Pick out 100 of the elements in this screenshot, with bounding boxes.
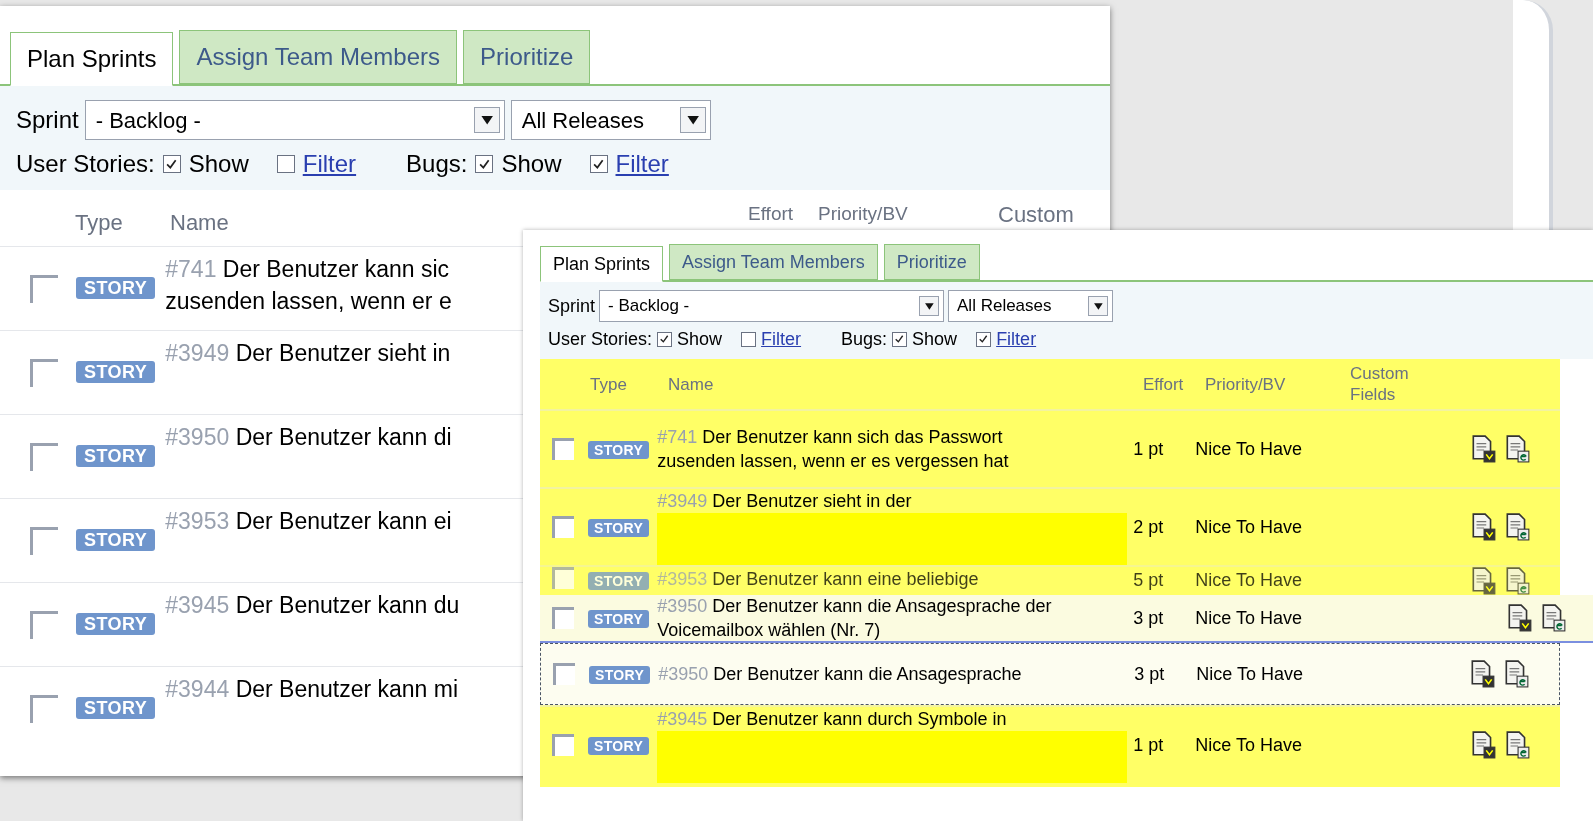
row-checkbox[interactable] <box>553 663 575 685</box>
story-title: #3950 Der Benutzer kann die Ansagesprache der Voicemailbox wählen (Nr. 7) <box>657 595 1053 642</box>
show-label: Show <box>188 149 249 179</box>
story-badge: STORY <box>76 361 156 383</box>
document-edit-icon[interactable] <box>1540 604 1566 632</box>
row-checkbox[interactable] <box>552 607 574 629</box>
tab[interactable]: Prioritize <box>463 30 591 84</box>
checkbox[interactable] <box>589 155 608 173</box>
document-edit-icon[interactable] <box>1504 731 1530 759</box>
filter-link[interactable]: Filter <box>761 326 802 353</box>
effort-value: 2 pt <box>1133 515 1165 539</box>
story-title: #3950 Der Benutzer kann di <box>165 423 452 452</box>
filter-link[interactable]: Filter <box>996 326 1037 353</box>
dragged-row[interactable]: STORY #3950 Der Benutzer kann die Ansagesprache der Voicemailbox wählen (Nr. 7) 3 pt Nice To Have <box>540 595 1593 643</box>
document-edit-icon[interactable] <box>1503 660 1529 688</box>
row-checkbox[interactable] <box>552 516 574 538</box>
row-checkbox[interactable] <box>552 567 574 589</box>
document-download-icon[interactable] <box>1470 435 1496 463</box>
story-row[interactable]: STORY #3945 Der Benutzer kann durch Symbole in 1 pt Nice To Have <box>540 705 1560 783</box>
story-title: #3944 Der Benutzer kann mi <box>165 675 459 704</box>
story-badge: STORY <box>76 277 156 299</box>
check-icon <box>978 334 989 345</box>
show-label: Show <box>501 149 562 179</box>
story-badge: STORY <box>588 609 650 628</box>
filter-link[interactable]: Filter <box>302 146 357 182</box>
column-header: Type <box>75 209 124 237</box>
column-header: Priority/BV <box>1205 373 1287 395</box>
story-badge: STORY <box>589 665 651 684</box>
document-download-icon[interactable] <box>1506 604 1532 632</box>
check-icon <box>478 157 491 171</box>
priority-value: Nice To Have <box>1195 606 1303 630</box>
story-badge: STORY <box>588 440 650 459</box>
checkbox[interactable] <box>892 332 908 347</box>
checkbox[interactable] <box>976 332 992 347</box>
story-badge: STORY <box>76 613 156 635</box>
story-title: #3949 Der Benutzer sieht in <box>165 339 451 368</box>
sprint-select[interactable]: - Backlog - <box>84 100 505 140</box>
check-icon <box>592 157 605 171</box>
row-checkbox[interactable] <box>552 734 574 756</box>
column-header: Name <box>668 373 715 395</box>
document-download-icon[interactable] <box>1470 513 1496 541</box>
effort-value: 5 pt <box>1133 569 1165 592</box>
story-badge: STORY <box>588 572 650 590</box>
filter-group-label: Bugs: <box>841 328 888 351</box>
story-title: #3945 Der Benutzer kann durch Symbole in <box>657 708 1008 731</box>
row-checkbox[interactable] <box>552 438 574 460</box>
priority-value: Nice To Have <box>1195 515 1303 539</box>
document-edit-icon[interactable] <box>1504 513 1530 541</box>
release-select[interactable]: All Releases <box>510 100 711 140</box>
document-download-icon[interactable] <box>1470 731 1496 759</box>
story-title: #3953 Der Benutzer kann eine beliebige <box>657 568 980 591</box>
priority-value: Nice To Have <box>1195 437 1303 461</box>
story-badge: STORY <box>76 529 156 551</box>
checkbox[interactable] <box>475 155 494 173</box>
column-header: Custom <box>998 201 1074 229</box>
column-header: Effort <box>1143 373 1185 395</box>
checkbox[interactable] <box>276 155 295 173</box>
story-title: #3949 Der Benutzer sieht in der <box>657 490 913 513</box>
effort-value: 1 pt <box>1133 733 1165 757</box>
tab[interactable]: Plan Sprints <box>10 32 174 86</box>
story-row[interactable]: STORY #3950 Der Benutzer kann die Ansagesprache 3 pt Nice To Have <box>540 643 1560 705</box>
checkbox[interactable] <box>162 155 181 173</box>
tab[interactable]: Assign Team Members <box>669 244 878 280</box>
story-badge: STORY <box>588 736 650 755</box>
priority-value: Nice To Have <box>1196 662 1304 686</box>
checkbox[interactable] <box>657 332 673 347</box>
document-download-icon[interactable] <box>1469 660 1495 688</box>
tab[interactable]: Plan Sprints <box>540 246 664 282</box>
document-edit-icon[interactable] <box>1504 435 1530 463</box>
filter-link[interactable]: Filter <box>615 146 669 182</box>
story-title: #3953 Der Benutzer kann ei <box>165 507 452 536</box>
story-row[interactable]: STORY #3949 Der Benutzer sieht in der 2 pt Nice To Have <box>540 487 1560 565</box>
tab[interactable]: Prioritize <box>883 244 980 280</box>
check-icon <box>894 334 905 345</box>
story-title: #3950 Der Benutzer kann die Ansagesprache <box>658 663 1023 686</box>
story-title: #741 Der Benutzer kann sic zusenden lassen, wenn er e <box>165 255 452 316</box>
effort-value: 3 pt <box>1133 606 1165 630</box>
priority-value: Nice To Have <box>1195 733 1303 757</box>
column-header: Name <box>170 209 230 237</box>
column-header: Effort <box>748 202 795 226</box>
effort-value: 3 pt <box>1134 662 1166 686</box>
sprint-label: Sprint <box>548 294 596 318</box>
filter-group-label: User Stories: <box>548 328 653 351</box>
document-download-icon[interactable] <box>1470 567 1496 595</box>
filter-group-label: User Stories: <box>16 149 155 179</box>
tab[interactable]: Assign Team Members <box>179 30 458 84</box>
show-label: Show <box>912 328 958 351</box>
story-badge: STORY <box>588 518 650 537</box>
release-select[interactable]: All Releases <box>948 290 1114 322</box>
sprint-select[interactable]: - Backlog - <box>599 290 945 322</box>
story-badge: STORY <box>76 445 156 467</box>
column-header: Type <box>590 373 628 395</box>
story-row[interactable]: STORY #741 Der Benutzer kann sich das Passwort zusenden lassen, wenn er es vergessen hat 1 pt Nice To Have <box>540 409 1560 487</box>
document-edit-icon[interactable] <box>1504 567 1530 595</box>
check-icon <box>165 157 179 171</box>
story-badge: STORY <box>76 697 156 719</box>
story-title: #3945 Der Benutzer kann du <box>165 591 460 620</box>
sprint-label: Sprint <box>16 105 79 135</box>
column-header: Custom Fields <box>1350 363 1410 405</box>
checkbox[interactable] <box>741 332 757 347</box>
